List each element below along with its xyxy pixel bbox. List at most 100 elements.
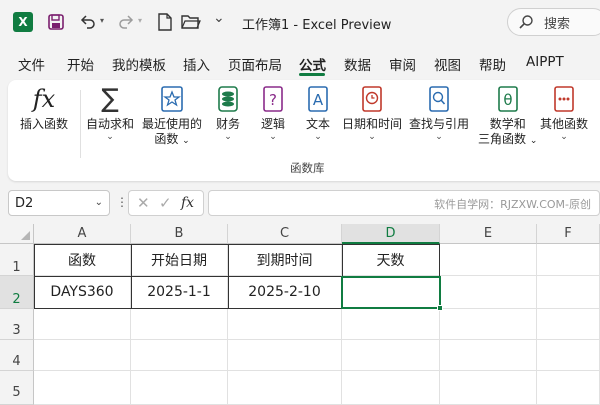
excel-logo-icon: X — [13, 12, 33, 32]
active-cell-selection[interactable] — [341, 276, 443, 311]
cell-e3[interactable] — [440, 309, 537, 340]
svg-text:A: A — [313, 91, 324, 109]
financial-label: 财务 — [215, 117, 240, 131]
clock-book-icon — [359, 84, 385, 114]
cell-c1[interactable]: 到期时间 — [228, 244, 342, 276]
cell-e4[interactable] — [440, 340, 537, 371]
recently-used-label: 最近使用的 函数 ⌄ — [142, 117, 203, 146]
watermark-text: 软件自学网：RJZXW.COM-原创 — [434, 198, 591, 211]
financial-button[interactable]: 财务 ⌄ — [215, 84, 241, 142]
enter-check-icon[interactable]: ✓ — [159, 194, 172, 212]
chevron-down-icon[interactable]: ⌄ — [95, 197, 103, 208]
tab-help[interactable]: 帮助 — [479, 54, 506, 74]
cell-a2[interactable]: DAYS360 — [34, 276, 131, 309]
cell-c4[interactable] — [228, 340, 342, 371]
cell-d1[interactable]: 天数 — [342, 244, 440, 276]
name-box[interactable]: D2 ⌄ — [8, 190, 110, 216]
cell-b4[interactable] — [131, 340, 228, 371]
lookup-reference-button[interactable]: 查找与引用 ⌄ — [409, 84, 469, 142]
formula-bar-grip-icon[interactable]: ⋮ — [116, 195, 128, 209]
search-box[interactable]: 搜索 — [507, 8, 600, 36]
coins-icon — [215, 84, 241, 114]
tab-my-templates[interactable]: 我的模板 — [112, 54, 166, 74]
undo-dropdown-icon[interactable]: ▾ — [100, 16, 104, 25]
cell-f2[interactable] — [537, 276, 600, 309]
column-header-d[interactable]: D — [342, 224, 440, 244]
cell-e2[interactable] — [440, 276, 537, 309]
column-header-e[interactable]: E — [440, 224, 537, 244]
open-folder-icon[interactable] — [181, 12, 201, 32]
logical-button[interactable]: ? 逻辑 ⌄ — [260, 84, 286, 142]
cell-a1[interactable]: 函数 — [34, 244, 131, 276]
cell-b3[interactable] — [131, 309, 228, 340]
new-document-icon[interactable] — [155, 12, 175, 32]
select-all-corner[interactable] — [0, 224, 34, 244]
column-header-c[interactable]: C — [228, 224, 342, 244]
tab-home[interactable]: 开始 — [67, 54, 94, 74]
fill-handle[interactable] — [437, 305, 443, 311]
search-icon — [519, 15, 533, 29]
column-header-f[interactable]: F — [537, 224, 600, 244]
math-trig-button[interactable]: θ 数学和 三角函数 ⌄ — [478, 84, 537, 149]
formula-input[interactable]: 软件自学网：RJZXW.COM-原创 — [208, 190, 600, 216]
more-icon[interactable]: ⌄ — [213, 10, 225, 26]
cell-f3[interactable] — [537, 309, 600, 340]
tab-file[interactable]: 文件 — [18, 54, 45, 74]
cell-c2[interactable]: 2025-2-10 — [228, 276, 342, 309]
redo-dropdown-icon[interactable]: ▾ — [138, 16, 142, 25]
cell-a5[interactable] — [34, 371, 131, 405]
autosum-button[interactable]: ∑ 自动求和 ⌄ — [86, 84, 134, 142]
tab-page-layout[interactable]: 页面布局 — [228, 54, 282, 74]
tab-insert[interactable]: 插入 — [183, 54, 210, 74]
active-tab-indicator — [299, 73, 325, 76]
cell-f5[interactable] — [537, 371, 600, 405]
cell-f4[interactable] — [537, 340, 600, 371]
cell-f1[interactable] — [537, 244, 600, 276]
cell-c5[interactable] — [228, 371, 342, 405]
row-header-2[interactable]: 2 — [0, 276, 34, 309]
insert-function-label: 插入函数 — [20, 117, 69, 131]
save-icon[interactable] — [46, 12, 66, 32]
recently-used-button[interactable]: 最近使用的 函数 ⌄ — [142, 84, 202, 149]
row-header-5[interactable]: 5 — [0, 371, 34, 405]
cancel-icon[interactable]: ✕ — [137, 194, 150, 212]
text-button[interactable]: A 文本 ⌄ — [305, 84, 331, 142]
row-header-4[interactable]: 4 — [0, 340, 34, 371]
insert-function-button[interactable]: fx 插入函数 — [20, 84, 68, 132]
redo-icon[interactable] — [116, 12, 136, 32]
cell-a3[interactable] — [34, 309, 131, 340]
cell-d3[interactable] — [342, 309, 440, 340]
chevron-down-icon: ⌄ — [224, 132, 232, 142]
insert-function-fx-icon[interactable]: fx — [181, 195, 194, 211]
row-header-1[interactable]: 1 — [0, 244, 34, 276]
cell-a4[interactable] — [34, 340, 131, 371]
tab-data[interactable]: 数据 — [344, 54, 371, 74]
math-trig-label: 数学和 三角函数 ⌄ — [478, 117, 538, 146]
ribbon-function-library: fx 插入函数 ∑ 自动求和 ⌄ 最近使用的 函数 ⌄ 财务 ⌄ ? 逻辑 ⌄ A… — [8, 80, 600, 181]
tab-aippt[interactable]: AIPPT — [526, 54, 564, 70]
column-header-b[interactable]: B — [131, 224, 228, 244]
cell-d4[interactable] — [342, 340, 440, 371]
date-time-button[interactable]: 日期和时间 ⌄ — [342, 84, 402, 142]
chevron-down-icon: ⌄ — [106, 132, 114, 142]
cell-e5[interactable] — [440, 371, 537, 405]
cell-c3[interactable] — [228, 309, 342, 340]
document-title: 工作簿1 - Excel Preview — [242, 18, 392, 33]
more-functions-button[interactable]: 其他函数 ⌄ — [540, 84, 588, 142]
question-book-icon: ? — [260, 84, 286, 114]
cell-b2[interactable]: 2025-1-1 — [131, 276, 228, 309]
chevron-down-icon: ⌄ — [269, 132, 277, 142]
tab-formulas[interactable]: 公式 — [299, 54, 326, 74]
cell-b5[interactable] — [131, 371, 228, 405]
cell-e1[interactable] — [440, 244, 537, 276]
tab-review[interactable]: 审阅 — [389, 54, 416, 74]
row-header-3[interactable]: 3 — [0, 309, 34, 340]
cell-b1[interactable]: 开始日期 — [131, 244, 228, 276]
spreadsheet-grid: A B C D E F 1 2 3 4 5 函数 开始日期 到期时间 天数 DA… — [0, 224, 600, 405]
undo-icon[interactable] — [78, 12, 98, 32]
column-header-a[interactable]: A — [34, 224, 131, 244]
cell-d5[interactable] — [342, 371, 440, 405]
logical-label: 逻辑 — [260, 117, 285, 131]
tab-view[interactable]: 视图 — [434, 54, 461, 74]
function-library-group-label: 函数库 — [290, 161, 325, 175]
